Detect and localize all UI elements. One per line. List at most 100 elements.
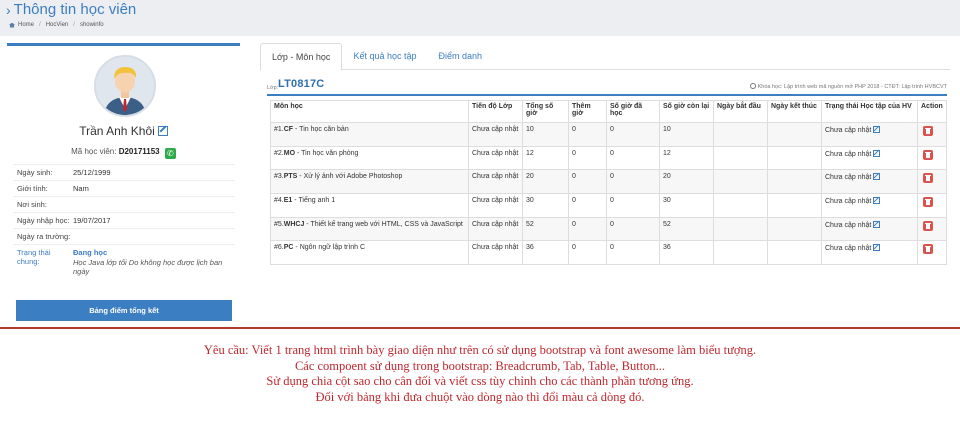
requirements-text: Yêu cầu: Viết 1 trang html trình bày gia… (0, 343, 960, 405)
remaining-hours-cell: 36 (659, 240, 714, 266)
breadcrumb-current: showinfo (79, 22, 104, 28)
study-status-cell: Chưa cập nhật (821, 216, 918, 242)
extra-hours-cell: 0 (568, 122, 607, 147)
breadcrumb-home[interactable]: Home (18, 22, 34, 28)
extra-hours-cell: 0 (568, 169, 607, 195)
done-hours-cell: 0 (606, 240, 660, 266)
main-content: Lớp - Môn học Kết quả học tập Điểm danh … (256, 43, 950, 326)
trash-icon[interactable] (923, 244, 933, 255)
info-value: 19/07/2017 (73, 216, 111, 225)
total-hours-cell: 20 (522, 169, 569, 195)
table-row[interactable]: #3.PTS - Xử lý ảnh với Adobe Photoshop C… (270, 169, 947, 195)
edit-icon[interactable] (873, 126, 881, 133)
subject-name: - Tin học căn bản (293, 126, 349, 133)
table-row[interactable]: #6.PC - Ngôn ngữ lập trình C Chưa cập nh… (270, 240, 947, 266)
table-row[interactable]: #5.WHCJ - Thiết kế trang web với HTML, C… (270, 216, 947, 242)
trash-icon[interactable] (923, 173, 933, 184)
subject-code: PTS (283, 173, 298, 181)
course-info-text: Khóa học: Lập trình web mã nguồn mở PHP … (757, 84, 947, 90)
trash-icon[interactable] (923, 220, 933, 231)
edit-icon[interactable] (873, 244, 881, 252)
start-date-cell (713, 145, 768, 171)
requirement-line: Các compoent sử dụng trong bootstrap: Br… (294, 358, 666, 373)
tab-class-subject[interactable]: Lớp - Môn học (260, 43, 343, 71)
end-date-cell (767, 193, 822, 218)
divider (0, 327, 960, 329)
subject-prefix: #6. (274, 244, 284, 252)
start-date-cell (713, 122, 768, 147)
extra-hours-cell: 0 (568, 193, 607, 218)
remaining-hours-cell: 20 (659, 169, 714, 195)
progress-cell: Chưa cập nhật (468, 240, 523, 266)
table-row[interactable]: #4.E1 - Tiếng anh 1 Chưa cập nhật 30 0 0… (270, 193, 947, 218)
student-info-table: Ngày sinh: 25/12/1999 Giới tính: Nam Nơi… (13, 164, 235, 279)
end-date-cell (767, 240, 822, 266)
total-hours-cell: 10 (522, 122, 569, 147)
info-value (73, 232, 231, 241)
breadcrumb-hocvien[interactable]: HocVien (46, 22, 69, 28)
extra-hours-cell: 0 (568, 216, 607, 242)
subject-code: CF (283, 126, 294, 133)
remaining-hours-cell: 12 (659, 145, 714, 171)
info-row-birthplace: Nơi sinh: (13, 196, 235, 212)
trash-icon[interactable] (923, 149, 933, 160)
chevron-right-icon: › (6, 1, 11, 18)
edit-icon[interactable] (873, 149, 881, 157)
class-header: Lớp: LT0817C Khóa học: Lập trình web mã … (267, 78, 947, 96)
subject-cell: #2.MO - Tin học văn phòng (270, 145, 469, 171)
student-code: Mã học viên: D20171153 ✆ (7, 147, 240, 159)
info-row-birthdate: Ngày sinh: 25/12/1999 (13, 164, 235, 180)
phone-icon[interactable]: ✆ (164, 148, 176, 159)
edit-icon[interactable] (873, 173, 881, 181)
study-status-text: Chưa cập nhật (825, 150, 872, 158)
subject-prefix: #4. (274, 197, 284, 205)
edit-icon[interactable] (873, 197, 881, 205)
course-info: Khóa học: Lập trình web mã nguồn mở PHP … (749, 83, 947, 90)
subject-name: - Tin học văn phòng (295, 149, 359, 157)
column-header: Action (917, 100, 947, 123)
avatar-illustration (96, 57, 154, 115)
end-date-cell (767, 216, 822, 242)
study-status-cell: Chưa cập nhật (821, 122, 918, 147)
info-label: Ngày ra trường: (17, 232, 71, 241)
table-row[interactable]: #2.MO - Tin học văn phòng Chưa cập nhật … (270, 145, 947, 171)
action-cell (917, 240, 947, 266)
class-code: LT0817C (278, 78, 325, 90)
student-code-label: Mã học viên: (71, 147, 117, 156)
tab-results[interactable]: Kết quả học tập (342, 43, 427, 70)
subject-name: - Thiết kế trang web với HTML, CSS và Ja… (304, 220, 463, 228)
total-hours-cell: 30 (522, 193, 569, 218)
study-status-cell: Chưa cập nhật (821, 193, 918, 218)
remaining-hours-cell: 52 (659, 216, 714, 242)
breadcrumb: Home / HocVien / showinfo (9, 22, 104, 28)
status-label: Trạng thái chung: (17, 248, 51, 266)
column-header: Tiến độ Lớp (468, 100, 523, 123)
tab-bar: Lớp - Môn học Kết quả học tập Điểm danh (260, 43, 950, 71)
edit-icon[interactable] (157, 126, 168, 136)
requirement-line: Đối với bảng khi đưa chuột vào dòng nào … (315, 389, 645, 404)
study-status-text: Chưa cập nhật (825, 127, 872, 134)
trash-icon[interactable] (923, 126, 933, 136)
info-value: 25/12/1999 (73, 168, 111, 177)
trash-icon[interactable] (923, 197, 933, 208)
study-status-text: Chưa cập nhật (825, 221, 872, 229)
done-hours-cell: 0 (606, 193, 660, 218)
status-text: Đang học (73, 248, 108, 257)
edit-icon[interactable] (873, 220, 881, 228)
action-cell (917, 193, 947, 218)
done-hours-cell: 0 (606, 145, 660, 171)
subject-name: - Ngôn ngữ lập trình C (293, 244, 366, 252)
info-value: Nam (73, 184, 89, 193)
table-row[interactable]: #1.CF - Tin học căn bản Chưa cập nhật 10… (270, 122, 947, 147)
status-note: Học Java lớp tối Do không học được lịch … (73, 258, 223, 276)
start-date-cell (713, 193, 768, 218)
summary-transcript-button[interactable]: Bảng điểm tổng kết (16, 300, 232, 321)
action-cell (917, 169, 947, 195)
tab-attendance[interactable]: Điểm danh (428, 43, 494, 70)
requirement-line: Sử dụng chia cột sao cho cân đối và viết… (266, 374, 694, 388)
column-header: Tổng số giờ (522, 100, 569, 123)
top-bar: › Thông tin học viên Home / HocVien / sh… (0, 0, 960, 36)
subject-code: PC (283, 244, 294, 252)
subject-code: MO (283, 149, 296, 157)
table-header-row: Môn học Tiến độ Lớp Tổng số giờ Thêm giờ… (270, 100, 947, 123)
